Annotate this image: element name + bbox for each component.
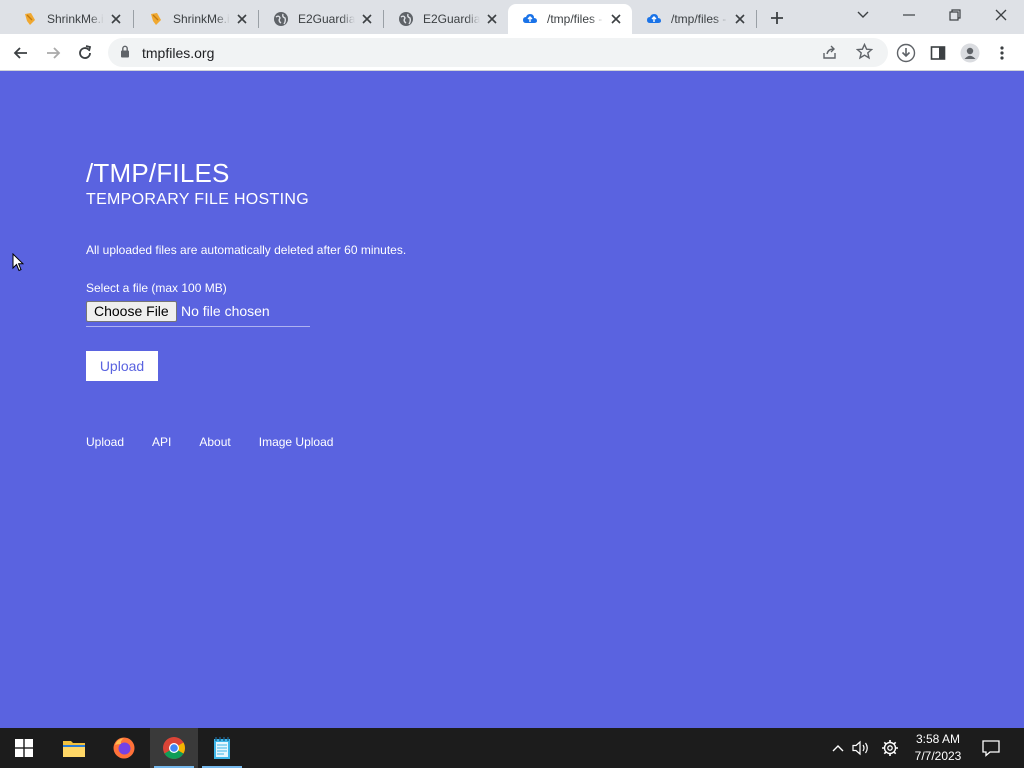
page-title: /TMP/FILES <box>86 158 230 188</box>
arrow-left-icon <box>13 47 27 59</box>
footer-nav: Upload API About Image Upload <box>86 435 333 449</box>
upload-button[interactable]: Upload <box>86 351 158 381</box>
close-icon <box>995 9 1007 21</box>
windows-taskbar: 3:58 AM 7/7/2023 <box>0 728 1024 768</box>
close-icon[interactable] <box>484 11 500 27</box>
tab-title: E2Guardian <box>298 12 355 26</box>
chrome-icon <box>163 737 185 759</box>
tab-e2guardian-1[interactable]: E2Guardian <box>259 4 383 34</box>
tab-shrinkme-2[interactable]: ShrinkMe.io <box>134 4 258 34</box>
close-icon[interactable] <box>732 11 748 27</box>
restore-icon <box>949 9 961 21</box>
url-text: tmpfiles.org <box>142 45 215 61</box>
notepad-icon <box>214 737 230 759</box>
plus-icon <box>771 12 783 24</box>
tab-strip: ShrinkMe.io ShrinkMe.io E2Guardian E2Gua… <box>0 0 1024 34</box>
system-clock[interactable]: 3:58 AM 7/7/2023 <box>908 731 968 765</box>
chevron-down-icon <box>857 11 869 18</box>
arrow-right-icon <box>47 47 61 59</box>
windows-logo-icon <box>15 739 33 757</box>
footer-link-about[interactable]: About <box>199 435 230 449</box>
menu-button[interactable] <box>989 40 1015 66</box>
choose-file-button[interactable]: Choose File <box>86 301 177 322</box>
lock-icon[interactable] <box>120 45 130 63</box>
mouse-cursor-icon <box>12 252 25 277</box>
start-button[interactable] <box>0 728 48 768</box>
downloads-button[interactable] <box>893 40 919 66</box>
download-icon <box>896 43 916 63</box>
file-input-label: Select a file (max 100 MB) <box>86 281 227 295</box>
back-button[interactable] <box>8 40 34 66</box>
avatar-icon <box>960 43 980 63</box>
close-icon[interactable] <box>608 11 624 27</box>
taskbar-chrome[interactable] <box>150 728 198 768</box>
kebab-menu-icon <box>1000 46 1004 60</box>
cloud-upload-icon <box>646 11 662 27</box>
side-panel-button[interactable] <box>925 40 951 66</box>
new-tab-button[interactable] <box>766 7 788 29</box>
file-input[interactable]: Choose File No file chosen <box>86 301 310 327</box>
share-icon[interactable] <box>822 44 838 65</box>
tab-title: /tmp/files - <box>671 12 727 26</box>
page-content: /TMP/FILES TEMPORARY FILE HOSTING All up… <box>0 71 1024 728</box>
globe-icon <box>273 11 289 27</box>
forward-button[interactable] <box>40 40 66 66</box>
address-bar[interactable]: tmpfiles.org <box>108 38 888 67</box>
tab-separator <box>756 10 757 28</box>
folder-icon <box>63 741 85 757</box>
deletion-notice: All uploaded files are automatically del… <box>86 243 407 257</box>
reload-icon <box>79 45 92 59</box>
minimize-icon <box>903 14 915 16</box>
shrinkme-icon <box>22 11 38 27</box>
firefox-icon <box>113 737 135 759</box>
volume-icon[interactable] <box>852 739 870 757</box>
footer-link-image-upload[interactable]: Image Upload <box>259 435 334 449</box>
close-icon[interactable] <box>108 11 124 27</box>
footer-link-upload[interactable]: Upload <box>86 435 124 449</box>
tab-tmpfiles-2[interactable]: /tmp/files - <box>632 4 756 34</box>
reload-button[interactable] <box>72 40 98 66</box>
side-panel-icon <box>930 46 946 60</box>
bookmark-star-icon[interactable] <box>855 42 874 65</box>
chevron-up-icon[interactable] <box>829 739 847 757</box>
close-icon[interactable] <box>234 11 250 27</box>
tab-title: /tmp/files - <box>547 12 603 26</box>
minimize-button[interactable] <box>886 0 932 30</box>
tab-tmpfiles-active[interactable]: /tmp/files - <box>508 4 632 34</box>
profile-button[interactable] <box>957 40 983 66</box>
browser-toolbar: tmpfiles.org <box>0 34 1024 71</box>
restore-button[interactable] <box>932 0 978 30</box>
globe-icon <box>398 11 414 27</box>
notification-icon[interactable] <box>982 739 1000 757</box>
tab-title: ShrinkMe.io <box>47 12 104 26</box>
footer-link-api[interactable]: API <box>152 435 171 449</box>
clock-date: 7/7/2023 <box>914 749 962 763</box>
no-file-text: No file chosen <box>181 303 270 319</box>
taskbar-file-explorer[interactable] <box>50 728 98 768</box>
tab-shrinkme-1[interactable]: ShrinkMe.io <box>8 4 132 34</box>
clock-time: 3:58 AM <box>915 732 961 746</box>
close-window-button[interactable] <box>978 0 1024 30</box>
close-icon[interactable] <box>359 11 375 27</box>
tab-title: E2Guardian <box>423 12 480 26</box>
tab-search-button[interactable] <box>840 0 886 30</box>
shrinkme-icon <box>148 11 164 27</box>
taskbar-firefox[interactable] <box>100 728 148 768</box>
gear-icon[interactable] <box>881 739 899 757</box>
cloud-upload-icon <box>522 11 538 27</box>
taskbar-notepad[interactable] <box>198 728 246 768</box>
tab-e2guardian-2[interactable]: E2Guardian <box>384 4 508 34</box>
tab-title: ShrinkMe.io <box>173 12 230 26</box>
page-subtitle: TEMPORARY FILE HOSTING <box>86 191 309 208</box>
